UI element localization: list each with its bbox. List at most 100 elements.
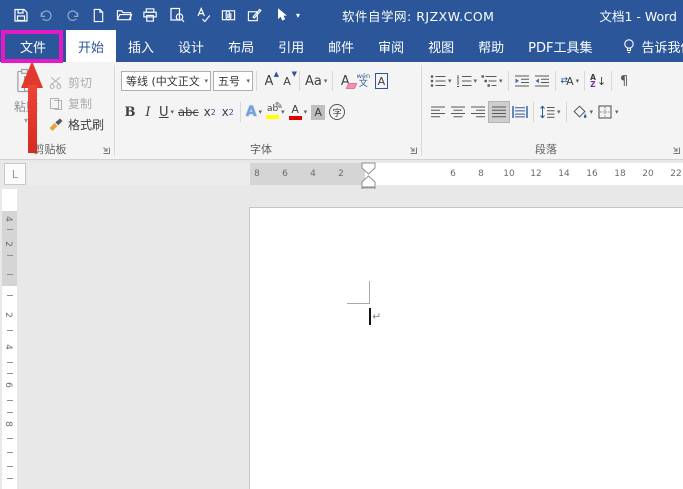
character-shading-label: A [311, 104, 325, 120]
h-ruler-marks: 8 6 4 2 6 8 10 12 14 16 18 20 22 [0, 163, 683, 185]
tab-mailings[interactable]: 邮件 [316, 30, 366, 62]
print-preview-icon[interactable] [168, 7, 185, 24]
ruler-number: 14 [558, 169, 570, 179]
numbered-list-icon [456, 75, 472, 87]
ruler-number: 6 [2, 382, 13, 388]
new-document-icon[interactable] [90, 7, 107, 24]
redo-icon[interactable] [64, 7, 81, 24]
change-case-label: Aa [305, 73, 322, 89]
font-dialog-launcher-icon[interactable] [408, 145, 418, 155]
tab-view[interactable]: 视图 [416, 30, 466, 62]
show-hide-marks-button[interactable]: ¶ [615, 70, 633, 92]
increase-indent-button[interactable] [532, 70, 552, 92]
align-right-button[interactable] [468, 101, 488, 123]
strikethrough-button[interactable]: abc [176, 101, 201, 123]
decrease-indent-button[interactable] [512, 70, 532, 92]
cut-button[interactable]: 剪切 [48, 74, 104, 91]
shading-button[interactable]: ▾ [570, 101, 596, 123]
scissors-icon [49, 76, 62, 89]
paste-caret-icon[interactable]: ▾ [24, 116, 28, 125]
increase-indent-icon [534, 75, 549, 87]
print-icon[interactable] [142, 7, 159, 24]
clipboard-dialog-launcher-icon[interactable] [101, 145, 111, 155]
cut-label: 剪切 [68, 76, 93, 90]
tab-help[interactable]: 帮助 [466, 30, 516, 62]
format-painter-button[interactable]: 格式刷 [48, 116, 104, 133]
change-case-button[interactable]: Aa ▾ [303, 70, 329, 92]
tab-references[interactable]: 引用 [266, 30, 316, 62]
document-title: 文档1 - Word [599, 8, 677, 24]
italic-button[interactable]: I [139, 101, 157, 123]
tab-layout[interactable]: 布局 [216, 30, 266, 62]
phonetic-guide-button[interactable]: wén 文 [354, 70, 372, 92]
ruler-tick [7, 255, 13, 256]
text-effects-icon: A [245, 104, 257, 120]
decrease-indent-icon [514, 75, 529, 87]
distribute-icon [512, 106, 528, 118]
v-ruler-marks: 4 2 2 4 6 8 [0, 0, 18, 489]
format-painter-icon [49, 118, 63, 131]
enclose-characters-label: 字 [329, 104, 346, 120]
character-border-label: A [374, 73, 389, 89]
open-icon[interactable] [116, 7, 133, 24]
qat-more-icon[interactable]: ▾ [296, 11, 300, 20]
multilevel-list-button[interactable]: ▾ [479, 70, 505, 92]
bullets-button[interactable]: ▾ [428, 70, 454, 92]
tab-home[interactable]: 开始 [66, 30, 117, 62]
document-page[interactable]: ↵ [249, 207, 683, 489]
font-name-select[interactable]: 等线 (中文正文) ▾ [121, 71, 211, 91]
group-font: 等线 (中文正文) ▾ 五号 ▾ A ▲ A ▼ Aa ▾ A wén 文 A … [115, 62, 421, 159]
numbering-button[interactable]: ▾ [454, 70, 480, 92]
font-name-value: 等线 (中文正文) [126, 75, 202, 88]
sort-icon: A Z ↓ [590, 72, 607, 89]
justify-button[interactable] [488, 101, 510, 123]
title-bar: ▾ 软件自学网: RJZXW.COM 文档1 - Word [0, 0, 683, 30]
edit-icon[interactable] [246, 7, 263, 24]
sort-button[interactable]: A Z ↓ [588, 70, 608, 92]
ruler-tick [7, 478, 13, 479]
paragraph-dialog-launcher-icon[interactable] [671, 145, 681, 155]
ruler-number: 20 [642, 169, 654, 179]
clear-formatting-button[interactable]: A [336, 70, 358, 92]
email-attach-icon[interactable] [220, 7, 237, 24]
font-color-button[interactable]: A ▾ [287, 101, 310, 123]
underline-button[interactable]: U ▾ [157, 101, 176, 123]
asian-layout-button[interactable]: ⇄ A ▾ [559, 70, 582, 92]
borders-button[interactable]: ▾ [595, 101, 621, 123]
text-effects-button[interactable]: A ▾ [244, 101, 264, 123]
character-shading-button[interactable]: A [309, 101, 327, 123]
pinyin-icon: wén 文 [356, 72, 371, 89]
text-cursor [369, 308, 371, 325]
align-center-button[interactable] [448, 101, 468, 123]
align-left-button[interactable] [428, 101, 448, 123]
copy-button[interactable]: 复制 [48, 95, 104, 112]
grow-font-button[interactable]: A ▲ [260, 70, 279, 92]
copy-icon [49, 97, 63, 110]
line-spacing-button[interactable]: ▾ [537, 101, 563, 123]
margin-corner-mark [369, 281, 370, 304]
pilcrow-icon: ¶ [620, 73, 629, 89]
subscript-button[interactable]: x2 [201, 101, 219, 123]
tab-review[interactable]: 审阅 [366, 30, 416, 62]
highlight-color-button[interactable]: ab ✎ ▾ [264, 101, 287, 123]
tab-insert[interactable]: 插入 [116, 30, 166, 62]
font-size-select[interactable]: 五号 ▾ [213, 71, 253, 91]
enclose-characters-button[interactable]: 字 [327, 101, 347, 123]
undo-icon[interactable] [38, 7, 55, 24]
tab-pdf-tools[interactable]: PDF工具集 [516, 30, 604, 62]
distribute-button[interactable] [510, 101, 530, 123]
tab-tell-me[interactable]: 告诉我你 [610, 30, 683, 62]
bold-button[interactable]: B [121, 101, 139, 123]
superscript-button[interactable]: x2 [219, 101, 237, 123]
ruler-number: 8 [254, 169, 260, 179]
spelling-grammar-icon[interactable] [194, 7, 211, 24]
character-border-button[interactable]: A [372, 70, 390, 92]
lightbulb-icon [622, 38, 636, 54]
indent-markers[interactable] [360, 162, 377, 192]
tell-me-label: 告诉我你 [641, 40, 683, 56]
tab-design[interactable]: 设计 [166, 30, 216, 62]
highlighter-pen-icon: ✎ [274, 101, 284, 112]
shrink-font-button[interactable]: A ▼ [278, 70, 297, 92]
font-size-value: 五号 [218, 75, 240, 88]
touch-mode-icon[interactable] [272, 7, 289, 24]
